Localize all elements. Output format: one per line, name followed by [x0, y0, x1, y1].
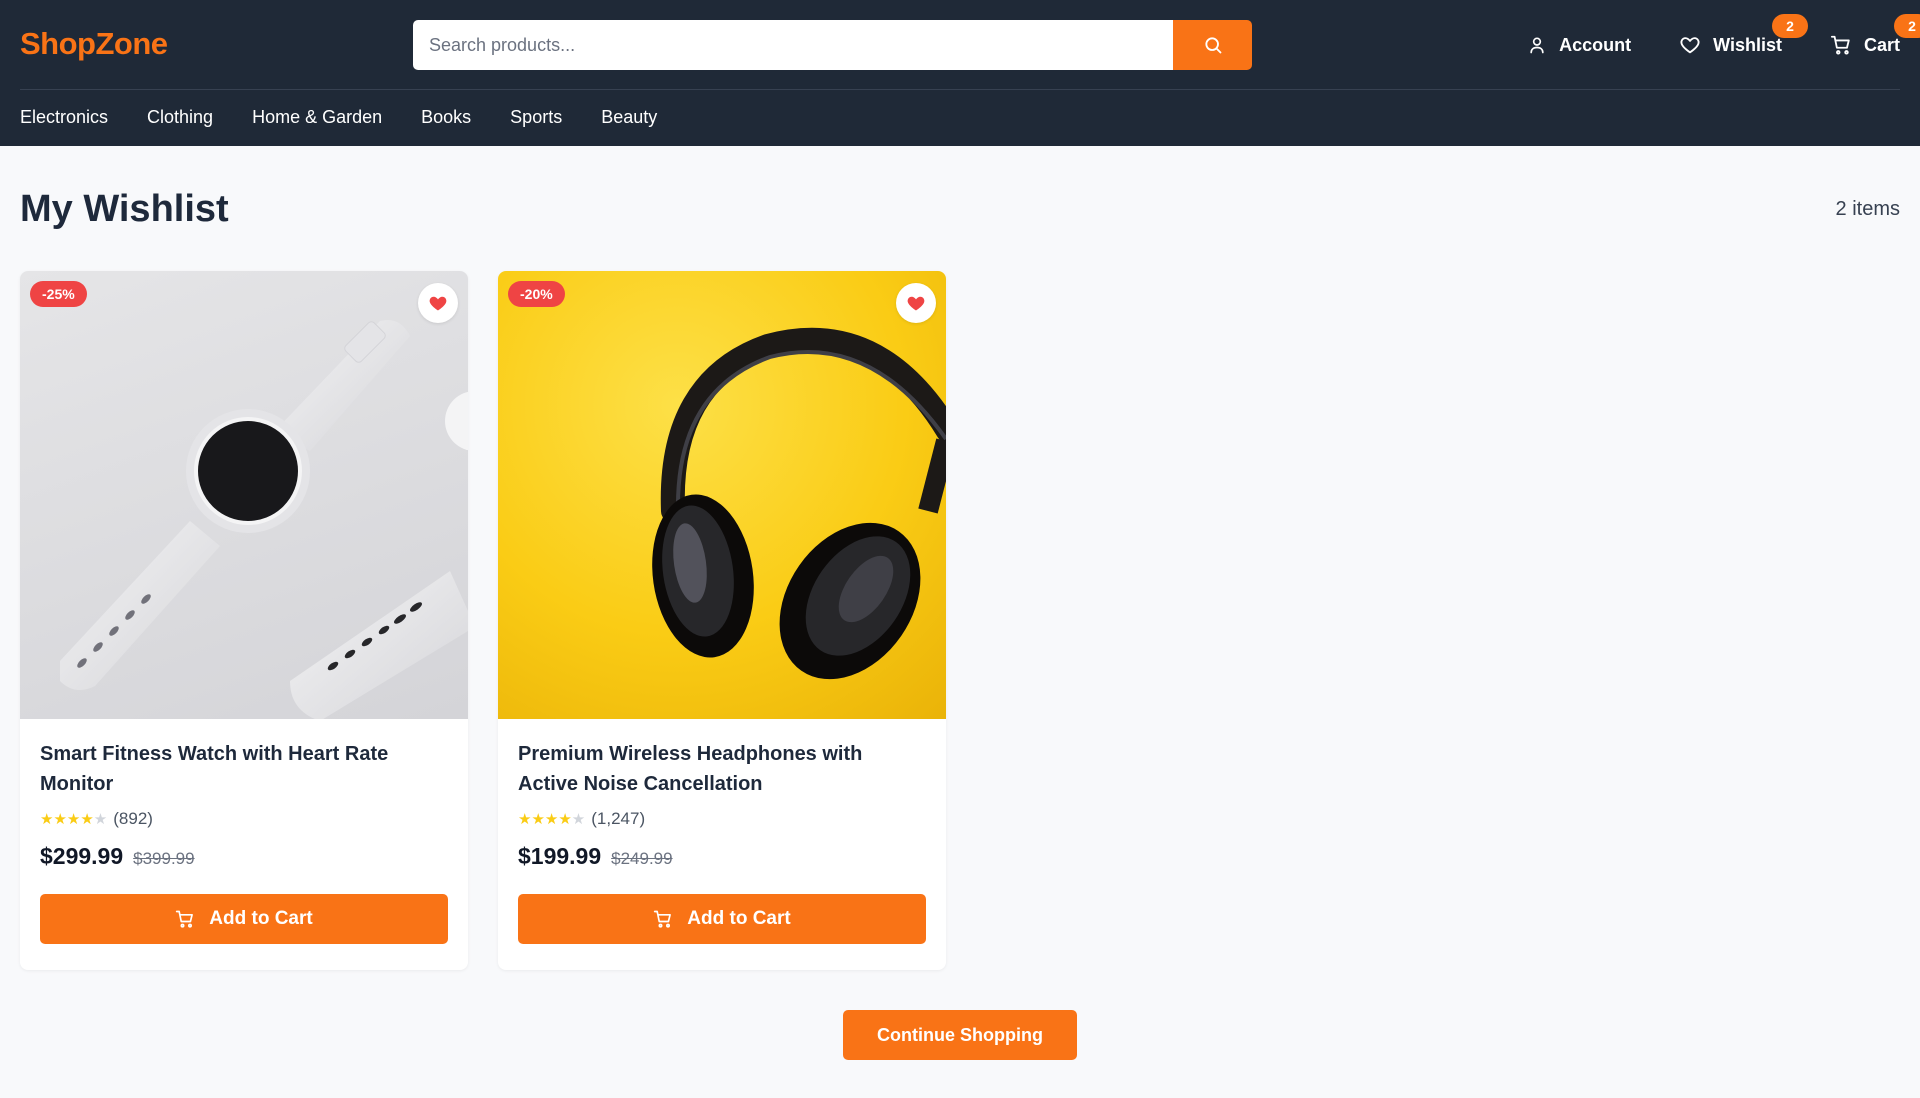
nav-item-beauty[interactable]: Beauty — [601, 107, 657, 128]
nav-item-electronics[interactable]: Electronics — [20, 107, 108, 128]
product-info: Smart Fitness Watch with Heart Rate Moni… — [20, 719, 468, 944]
product-image-smartwatch[interactable]: -25% — [20, 271, 468, 719]
product-info: Premium Wireless Headphones with Active … — [498, 719, 946, 944]
remove-from-wishlist-button[interactable] — [418, 283, 458, 323]
discount-badge: -25% — [30, 281, 87, 307]
add-to-cart-button[interactable]: Add to Cart — [40, 894, 448, 944]
search-bar — [413, 20, 1252, 70]
wishlist-count-badge: 2 — [1771, 14, 1808, 38]
review-count: (1,247) — [591, 809, 646, 828]
product-name[interactable]: Smart Fitness Watch with Heart Rate Moni… — [40, 739, 448, 799]
price-row: $299.99 $399.99 — [40, 843, 448, 870]
search-icon — [1204, 37, 1221, 54]
product-image-headphones[interactable]: -20% — [498, 271, 946, 719]
cart-icon — [1830, 35, 1850, 55]
star-rating-icon: ★★★★★ — [518, 811, 586, 828]
headphones-image — [652, 327, 946, 680]
title-row: My Wishlist 2 items — [20, 146, 1900, 271]
header-actions: Account Wishlist 2 Cart 2 — [1527, 0, 1920, 90]
product-card: -25% Smart Fitness Watch with Heart Rate… — [20, 271, 468, 970]
site-header: ShopZone Account Wishlist 2 Cart 2 — [0, 0, 1920, 146]
current-price: $299.99 — [40, 843, 124, 869]
add-to-cart-button[interactable]: Add to Cart — [518, 894, 926, 944]
star-rating-icon: ★★★★★ — [40, 811, 108, 828]
account-label: Account — [1559, 34, 1632, 55]
top-bar: ShopZone Account Wishlist 2 Cart 2 — [20, 0, 1920, 90]
nav-item-home-garden[interactable]: Home & Garden — [252, 107, 382, 128]
heart-filled-icon — [907, 296, 925, 311]
continue-shopping-button[interactable]: Continue Shopping — [843, 1010, 1077, 1060]
account-link[interactable]: Account — [1527, 35, 1631, 56]
wishlist-grid: -25% Smart Fitness Watch with Heart Rate… — [20, 271, 1900, 970]
wishlist-label: Wishlist — [1713, 34, 1782, 55]
add-to-cart-label: Add to Cart — [687, 908, 791, 929]
logo[interactable]: ShopZone — [20, 26, 168, 62]
heart-icon — [1680, 37, 1700, 54]
product-card: -20% Premium Wireless Headphones with Ac… — [498, 271, 946, 970]
cart-icon — [654, 910, 672, 928]
page-title: My Wishlist — [20, 188, 229, 230]
search-input[interactable] — [413, 20, 1173, 70]
price-row: $199.99 $249.99 — [518, 843, 926, 870]
wishlist-link[interactable]: Wishlist 2 — [1679, 14, 1808, 56]
continue-wrap: Continue Shopping — [20, 1010, 1900, 1060]
product-rating: ★★★★★ (892) — [40, 809, 448, 829]
add-to-cart-label: Add to Cart — [209, 908, 313, 929]
discount-badge: -20% — [508, 281, 565, 307]
category-nav: Electronics Clothing Home & Garden Books… — [0, 90, 1920, 145]
nav-item-clothing[interactable]: Clothing — [147, 107, 213, 128]
nav-item-sports[interactable]: Sports — [510, 107, 562, 128]
nav-item-books[interactable]: Books — [421, 107, 471, 128]
smartwatch-image — [60, 320, 468, 719]
cart-icon — [176, 910, 194, 928]
wishlist-page: My Wishlist 2 items -25% Smart Fitness W… — [0, 146, 1920, 1060]
search-button[interactable] — [1173, 20, 1252, 70]
cart-count-badge: 2 — [1894, 14, 1920, 38]
cart-link[interactable]: Cart 2 — [1830, 14, 1920, 56]
heart-filled-icon — [429, 296, 447, 311]
current-price: $199.99 — [518, 843, 602, 869]
review-count: (892) — [113, 809, 153, 828]
remove-from-wishlist-button[interactable] — [896, 283, 936, 323]
product-name[interactable]: Premium Wireless Headphones with Active … — [518, 739, 926, 799]
user-icon — [1530, 37, 1544, 54]
original-price: $249.99 — [611, 849, 673, 868]
product-rating: ★★★★★ (1,247) — [518, 809, 926, 829]
cart-label: Cart — [1863, 34, 1900, 55]
original-price: $399.99 — [133, 849, 195, 868]
item-count: 2 items — [1835, 198, 1900, 220]
